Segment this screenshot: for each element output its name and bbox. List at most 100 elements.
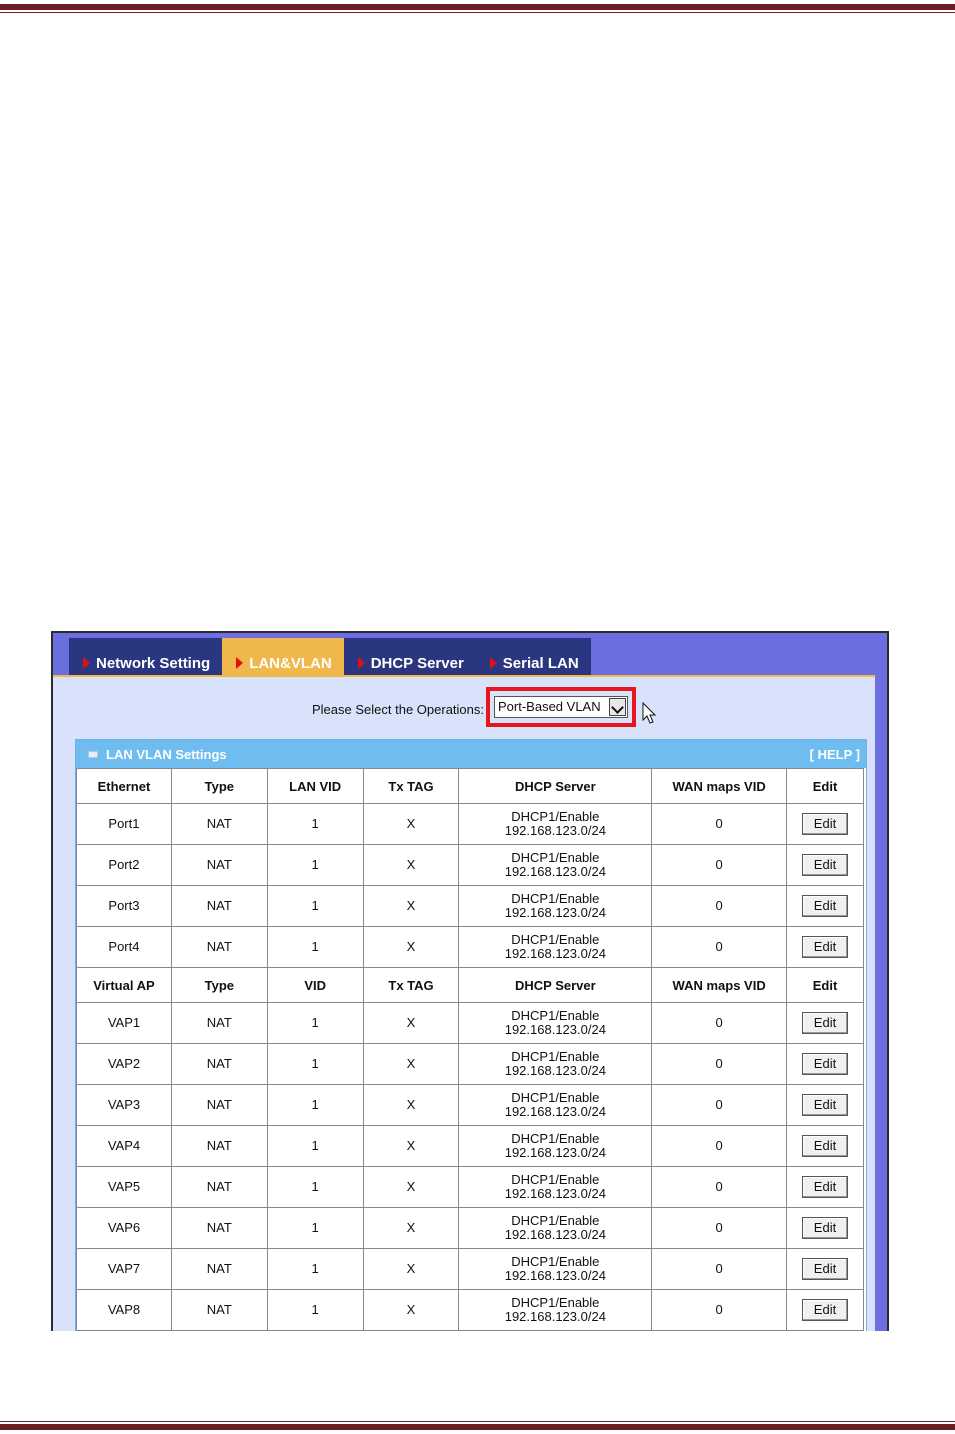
column-header: Edit <box>786 768 864 804</box>
cell-wan: 0 <box>651 1002 788 1044</box>
cell-wan: 0 <box>651 1166 788 1208</box>
edit-button[interactable]: Edit <box>802 1176 848 1198</box>
cell-vid: 1 <box>266 803 364 845</box>
edit-button[interactable]: Edit <box>802 1053 848 1075</box>
cell-name: VAP5 <box>76 1166 172 1208</box>
cell-type: NAT <box>170 1125 268 1167</box>
cell-dhcp-server: DHCP1/Enable 192.168.123.0/24 <box>458 1084 653 1126</box>
cell-tx: X <box>362 926 460 968</box>
cell-edit: Edit <box>786 1043 864 1085</box>
column-header: Edit <box>786 967 864 1003</box>
column-header: WAN maps VID <box>651 967 788 1003</box>
tab-lan-vlan[interactable]: LAN&VLAN <box>222 638 344 675</box>
tab-serial-lan[interactable]: Serial LAN <box>475 638 591 675</box>
help-link[interactable]: [ HELP ] <box>810 747 860 762</box>
tab-dhcp-server[interactable]: DHCP Server <box>343 638 476 675</box>
column-header: Type <box>170 967 268 1003</box>
edit-button[interactable]: Edit <box>802 936 848 958</box>
cell-tx: X <box>362 1043 460 1085</box>
table-row: Port1 NAT 1 X DHCP1/Enable 192.168.123.0/24 0 E… <box>76 803 864 845</box>
cell-wan: 0 <box>651 926 788 968</box>
column-header: WAN maps VID <box>651 768 788 804</box>
cell-vid: 1 <box>266 1002 364 1044</box>
cell-edit: Edit <box>786 1125 864 1167</box>
column-header: VID <box>266 967 364 1003</box>
dhcp-subnet: 192.168.123.0/24 <box>504 1145 606 1160</box>
table-row: VAP2 NAT 1 X DHCP1/Enable 192.168.123.0/24 0 Ed… <box>76 1043 864 1085</box>
edit-button[interactable]: Edit <box>802 813 848 835</box>
edit-button[interactable]: Edit <box>802 854 848 876</box>
dhcp-status: DHCP1/Enable <box>511 1295 600 1310</box>
table-row: VAP1 NAT 1 X DHCP1/Enable 192.168.123.0/24 0 Ed… <box>76 1002 864 1044</box>
cell-name: VAP7 <box>76 1248 172 1290</box>
cell-name: VAP6 <box>76 1207 172 1249</box>
dhcp-subnet: 192.168.123.0/24 <box>504 823 606 838</box>
dhcp-subnet: 192.168.123.0/24 <box>504 1063 606 1078</box>
tab-label: DHCP Server <box>370 655 464 672</box>
cell-type: NAT <box>170 885 268 927</box>
edit-button[interactable]: Edit <box>802 1012 848 1034</box>
dhcp-status: DHCP1/Enable <box>511 809 600 824</box>
cell-type: NAT <box>170 1166 268 1208</box>
cell-dhcp-server: DHCP1/Enable 192.168.123.0/24 <box>458 1289 653 1331</box>
page-top-rule-thin <box>0 12 955 13</box>
cell-name: VAP3 <box>76 1084 172 1126</box>
cell-tx: X <box>362 885 460 927</box>
cell-edit: Edit <box>786 1207 864 1249</box>
cell-vid: 1 <box>266 885 364 927</box>
edit-button[interactable]: Edit <box>802 895 848 917</box>
cell-edit: Edit <box>786 1166 864 1208</box>
cell-type: NAT <box>170 1084 268 1126</box>
cell-wan: 0 <box>651 1043 788 1085</box>
cell-vid: 1 <box>266 1166 364 1208</box>
dhcp-subnet: 192.168.123.0/24 <box>504 905 606 920</box>
cell-type: NAT <box>170 1043 268 1085</box>
dhcp-status: DHCP1/Enable <box>511 891 600 906</box>
dhcp-status: DHCP1/Enable <box>511 850 600 865</box>
panel-title: LAN VLAN Settings <box>106 747 227 762</box>
cell-type: NAT <box>170 844 268 886</box>
cell-dhcp-server: DHCP1/Enable 192.168.123.0/24 <box>458 1166 653 1208</box>
cell-name: Port1 <box>76 803 172 845</box>
panel-header: LAN VLAN Settings [ HELP ] <box>76 740 866 768</box>
cell-wan: 0 <box>651 1084 788 1126</box>
cell-name: Port2 <box>76 844 172 886</box>
cell-tx: X <box>362 803 460 845</box>
cell-vid: 1 <box>266 1248 364 1290</box>
cell-wan: 0 <box>651 844 788 886</box>
tab-label: Serial LAN <box>502 655 579 672</box>
cell-dhcp-server: DHCP1/Enable 192.168.123.0/24 <box>458 803 653 845</box>
red-triangle-arrow-icon <box>489 657 497 669</box>
edit-button[interactable]: Edit <box>802 1299 848 1321</box>
column-header: Virtual AP <box>76 967 172 1003</box>
content-area: Please Select the Operations: Port-Based… <box>53 675 875 1331</box>
red-triangle-arrow-icon <box>357 657 365 669</box>
edit-button[interactable]: Edit <box>802 1217 848 1239</box>
cell-wan: 0 <box>651 1248 788 1290</box>
router-ui-screenshot: Network Setting LAN&VLAN DHCP Server Serial… <box>51 631 889 1331</box>
page-top-rule <box>0 4 955 10</box>
table-row: VAP5 NAT 1 X DHCP1/Enable 192.168.123.0/24 0 Ed… <box>76 1166 864 1208</box>
tabs: Network Setting LAN&VLAN DHCP Server Serial… <box>69 638 591 675</box>
table-row: VAP6 NAT 1 X DHCP1/Enable 192.168.123.0/24 0 Ed… <box>76 1207 864 1249</box>
red-triangle-arrow-icon <box>83 657 90 669</box>
cell-dhcp-server: DHCP1/Enable 192.168.123.0/24 <box>458 885 653 927</box>
edit-button[interactable]: Edit <box>802 1258 848 1280</box>
column-header: LAN VID <box>266 768 364 804</box>
cell-type: NAT <box>170 1248 268 1290</box>
dhcp-status: DHCP1/Enable <box>511 1008 600 1023</box>
dhcp-subnet: 192.168.123.0/24 <box>504 1104 606 1119</box>
table-row: Port2 NAT 1 X DHCP1/Enable 192.168.123.0/24 0 E… <box>76 844 864 886</box>
cell-tx: X <box>362 1166 460 1208</box>
tab-network-setting[interactable]: Network Setting <box>69 638 223 675</box>
cell-tx: X <box>362 1207 460 1249</box>
cell-edit: Edit <box>786 1248 864 1290</box>
table-header-row: Ethernet Type LAN VID Tx TAG DHCP Server WAN … <box>76 768 864 804</box>
edit-button[interactable]: Edit <box>802 1094 848 1116</box>
edit-button[interactable]: Edit <box>802 1135 848 1157</box>
cell-name: Port4 <box>76 926 172 968</box>
operations-row: Please Select the Operations: Port-Based… <box>53 687 875 727</box>
cell-edit: Edit <box>786 1084 864 1126</box>
dhcp-subnet: 192.168.123.0/24 <box>504 864 606 879</box>
operations-label: Please Select the Operations: <box>312 702 484 717</box>
